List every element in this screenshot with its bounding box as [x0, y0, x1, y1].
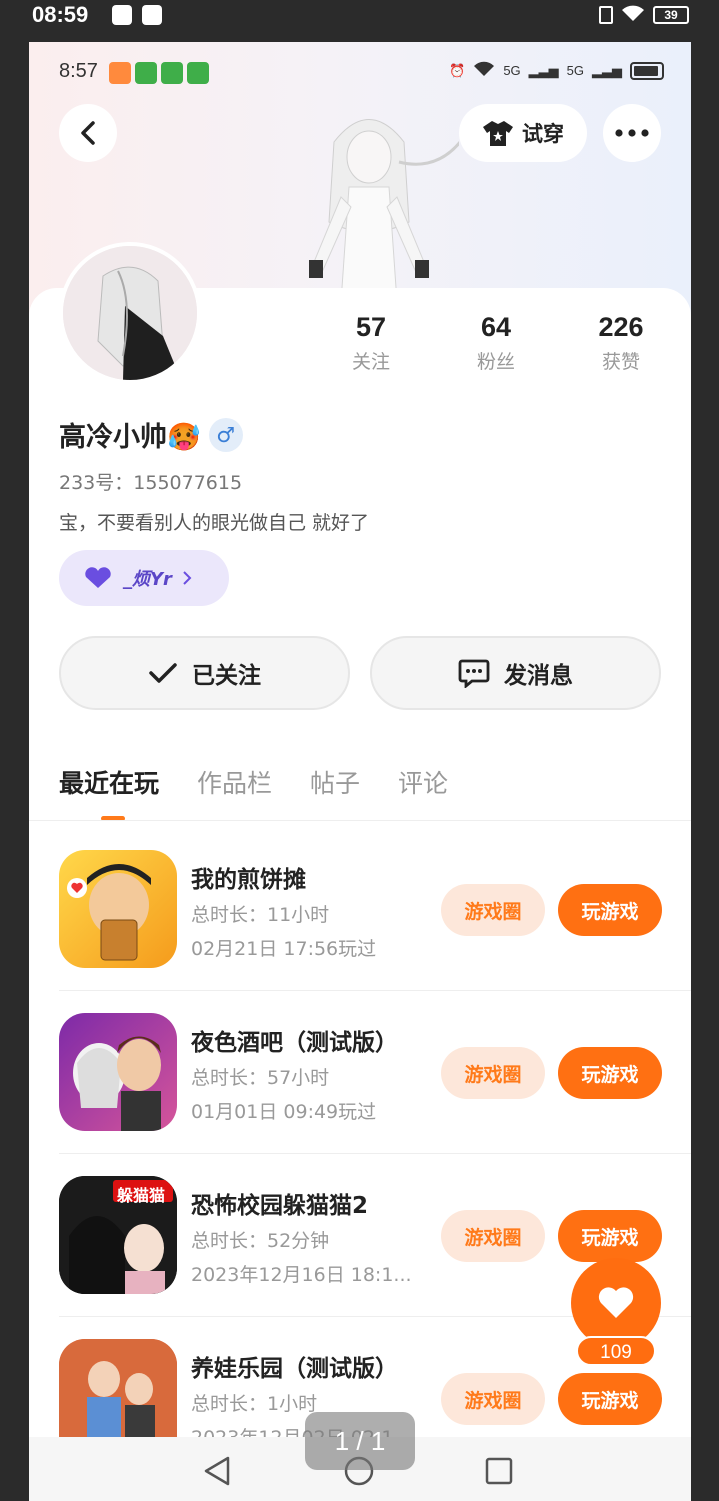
play-game-button[interactable]: 玩游戏	[558, 1210, 662, 1262]
app-notification-icon	[135, 62, 157, 84]
game-circle-button[interactable]: 游戏圈	[441, 1210, 545, 1262]
inner-status-bar: 8:57 ⏰ 5G ▂▃▅ 5G ▂▃▅	[59, 60, 664, 84]
battery-icon: 39	[653, 6, 689, 24]
username: 高冷小帅🥵 ♂	[59, 415, 243, 454]
tab-posts[interactable]: 帖子	[310, 764, 360, 800]
try-on-label: 试穿	[522, 122, 564, 146]
battery-icon	[630, 61, 664, 80]
user-id: 233号：155077615	[59, 472, 243, 494]
stat-following[interactable]: 57 关注	[321, 312, 421, 374]
check-icon	[149, 663, 177, 683]
chevron-right-icon	[183, 571, 192, 585]
play-game-button[interactable]: 玩游戏	[558, 1373, 662, 1425]
avatar[interactable]	[59, 242, 201, 384]
male-gender-icon: ♂	[208, 417, 243, 452]
device-status-bar: 08:59 39	[0, 0, 719, 30]
alarm-icon: ⏰	[449, 62, 466, 78]
stat-value: 226	[598, 312, 644, 342]
heart-icon	[598, 1287, 634, 1318]
play-game-button[interactable]: 玩游戏	[558, 884, 662, 936]
follow-label: 已关注	[192, 663, 261, 689]
stat-label: 获赞	[601, 351, 640, 373]
partner-chip[interactable]: _烦Yr	[59, 550, 229, 606]
chat-bubble-icon	[458, 659, 490, 688]
message-button[interactable]: 发消息	[370, 636, 661, 710]
stat-followers[interactable]: 64 粉丝	[446, 312, 546, 374]
game-circle-button[interactable]: 游戏圈	[441, 1047, 545, 1099]
divider	[59, 990, 691, 991]
wifi-icon	[621, 4, 645, 26]
notification-icon	[142, 5, 162, 25]
tab-works[interactable]: 作品栏	[197, 764, 272, 800]
stat-value: 57	[355, 312, 387, 342]
game-duration: 总时长：52分钟	[191, 1230, 330, 1252]
game-icon-text: 躲猫猫	[117, 1186, 166, 1205]
game-icon	[59, 1013, 177, 1131]
notification-icon	[112, 5, 132, 25]
back-nav-icon[interactable]	[202, 1455, 232, 1487]
tab-recently-played[interactable]: 最近在玩	[59, 764, 159, 800]
game-title: 恐怖校园躲猫猫2	[191, 1193, 369, 1219]
game-title: 我的煎饼摊	[191, 867, 306, 893]
game-icon	[59, 850, 177, 968]
like-count-badge: 109	[576, 1336, 656, 1366]
tab-divider	[29, 820, 691, 821]
stat-label: 粉丝	[476, 351, 515, 373]
shirt-icon	[483, 121, 513, 146]
inner-time: 8:57	[59, 60, 98, 82]
game-last-played: 2023年12月16日 18:1...	[191, 1264, 412, 1286]
tab-comments[interactable]: 评论	[398, 764, 448, 800]
heart-icon	[85, 567, 111, 588]
signal-bars-icon: ▂▃▅	[528, 62, 559, 78]
app-notification-icon	[161, 62, 183, 84]
app-notification-icon	[109, 62, 131, 84]
sim-icon	[599, 6, 613, 24]
list-item[interactable]: 夜色酒吧（测试版） 总时长：57小时 01月01日 09:49玩过 游戏圈 玩游…	[59, 1013, 691, 1176]
stat-likes[interactable]: 226 获赞	[571, 312, 671, 374]
username-text: 高冷小帅🥵	[59, 422, 201, 453]
profile-tabs: 最近在玩 作品栏 帖子 评论	[59, 764, 448, 800]
game-duration: 总时长：57小时	[191, 1067, 330, 1089]
notification-apps	[109, 62, 209, 84]
follow-button[interactable]: 已关注	[59, 636, 350, 710]
game-last-played: 01月01日 09:49玩过	[191, 1101, 377, 1123]
user-bio: 宝，不要看别人的眼光做自己 就好了	[59, 512, 370, 534]
recents-nav-icon[interactable]	[485, 1457, 513, 1485]
play-game-button[interactable]: 玩游戏	[558, 1047, 662, 1099]
app-notification-icon	[187, 62, 209, 84]
signal-icon: 5G	[566, 63, 584, 78]
list-item[interactable]: 我的煎饼摊 总时长：11小时 02月21日 17:56玩过 游戏圈 玩游戏	[59, 850, 691, 1013]
game-circle-button[interactable]: 游戏圈	[441, 1373, 545, 1425]
partner-name: _烦Yr	[123, 569, 172, 590]
divider	[59, 1153, 691, 1154]
game-circle-button[interactable]: 游戏圈	[441, 884, 545, 936]
try-on-button[interactable]: 试穿	[459, 104, 587, 162]
game-title: 养娃乐园（测试版）	[191, 1356, 398, 1382]
device-time: 08:59	[32, 2, 89, 27]
stat-value: 64	[480, 312, 512, 342]
message-label: 发消息	[504, 663, 573, 689]
game-icon: 躲猫猫	[59, 1176, 177, 1294]
game-title: 夜色酒吧（测试版）	[191, 1030, 398, 1056]
game-duration: 总时长：1小时	[191, 1393, 318, 1415]
back-button[interactable]	[59, 104, 117, 162]
signal-bars-icon: ▂▃▅	[592, 62, 622, 78]
more-dots-icon	[615, 129, 649, 137]
page-indicator: 1 / 1	[305, 1412, 415, 1470]
signal-icon: 5G	[503, 63, 521, 78]
stat-label: 关注	[351, 351, 390, 373]
more-options-button[interactable]	[603, 104, 661, 162]
game-duration: 总时长：11小时	[191, 904, 330, 926]
app-screen: 8:57 ⏰ 5G ▂▃▅ 5G ▂▃▅ 试穿 57 关注 64 粉丝 226 …	[29, 42, 691, 1501]
chevron-left-icon	[81, 121, 95, 145]
game-last-played: 02月21日 17:56玩过	[191, 938, 377, 960]
like-button[interactable]	[571, 1258, 661, 1348]
wifi-icon	[473, 61, 495, 80]
game-icon	[59, 1339, 177, 1439]
